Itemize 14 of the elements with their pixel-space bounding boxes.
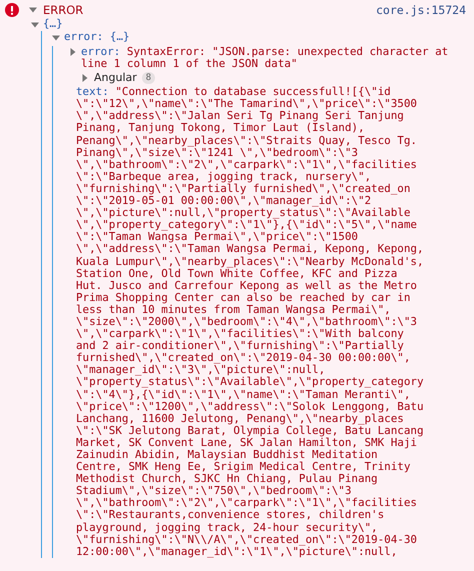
- count-badge: 8: [142, 72, 156, 84]
- caret-icon[interactable]: [81, 74, 89, 82]
- caret-icon[interactable]: [29, 6, 37, 14]
- caret-icon[interactable]: [52, 34, 60, 42]
- property-entry[interactable]: error: {…}: [64, 31, 130, 44]
- error-icon: [5, 3, 19, 17]
- source-link[interactable]: core.js:15724: [376, 4, 466, 16]
- group-label[interactable]: Angular: [94, 72, 137, 84]
- object-preview[interactable]: {…}: [43, 18, 63, 31]
- caret-icon[interactable]: [31, 20, 39, 28]
- caret-icon[interactable]: [69, 48, 77, 56]
- string-property: text: "Connection to database successfull![{\"id \":\"12\",\"name\":\"The Tamarind\",\"price\":\"3500 \",\"address\":\"Jalan Seri Tg Pinang Seri Tanjung Pinang, Tanjung Tokong, Timor Laut (Island), Penang\",\"nearby_places\":\"Straits Quay, Tesco Tg. Pinang\",\"size\":\"1241 \",\"bedroom\":\"3 \",\"bathroom\":\"2\",\"carpark\":\"1\",\"facilities \":\"Barbeque area, jogging track, nursery\", \"furnishing\":\"Partially furnished\",\"created_on \":\"2019-05-01 00:00:00\",\"manager_id\":\"2 \",\"picture\":null,\"property_status\":\"Available \",\"property_category\":\"1\"},{\"id\":\"5\",\"name \":\"Taman Wangsa Permai\",\"price\":\"1500 \",\"address\":\"Taman Wangsa Permai, Kepong, Kepong, Kuala Lumpur\",\"nearby_places\":\"Nearby McDonald's, Station One, Old Town White Coffee, KFC and Pizza Hut. Jusco and Carrefour Kepong as well as the Metro Prima Shopping Center can also be reached by car in less than 10 minutes from Taman Wangsa Permai\", \"size\":\"2000\",\"bedroom\":\"4\",\"bathroom\":\"3 \",\"carpark\":\"1\",\"facilities\":\"With balcony and 2 air-conditioner\",\"furnishing\":\"Partially furnished\",\"created_on\":\"2019-04-30 00:00:00\", \"manager_id\":\"3\",\"picture\":null, \"property_status\":\"Available\",\"property_category \":\"4\"},{\"id\":\"1\",\"name\":\"Taman Meranti\", \"price\":\"1200\",\"address\":\"Solok Lenggong, Batu Lanchang, 11600 Jelutong, Penang\",\"nearby_places \":\"SK Jelutong Barat, Olympia College, Batu Lancang Market, SK Convent Lane, SK Jalan Hamilton, SMK Haji Zainudin Abidin, Malaysian Buddhist Meditation Centre, SMK Heng Ee, Srigim Medical Centre, Trinity Methodist Church, SJKC Hn Chiang, Pulau Pinang Stadium\",\"size\":\"750\",\"bedroom\":\"3 \",\"bathroom\":\"2\",\"carpark\":\"1\",\"facilities \":\"Restaurants,convenience stores, children's playground, jogging track, 24-hour security\", \"furnishing\":\"N\\/A\",\"created_on\":\"2019-04-30 12:00:00\",\"manager_id\":\"1\",\"picture\":null,: [76, 86, 425, 558]
- error-label: ERROR: [43, 4, 84, 16]
- error-message[interactable]: error: SyntaxError: "JSON.parse: unexpected character at line 1 column 1 of the JSON data": [81, 46, 466, 70]
